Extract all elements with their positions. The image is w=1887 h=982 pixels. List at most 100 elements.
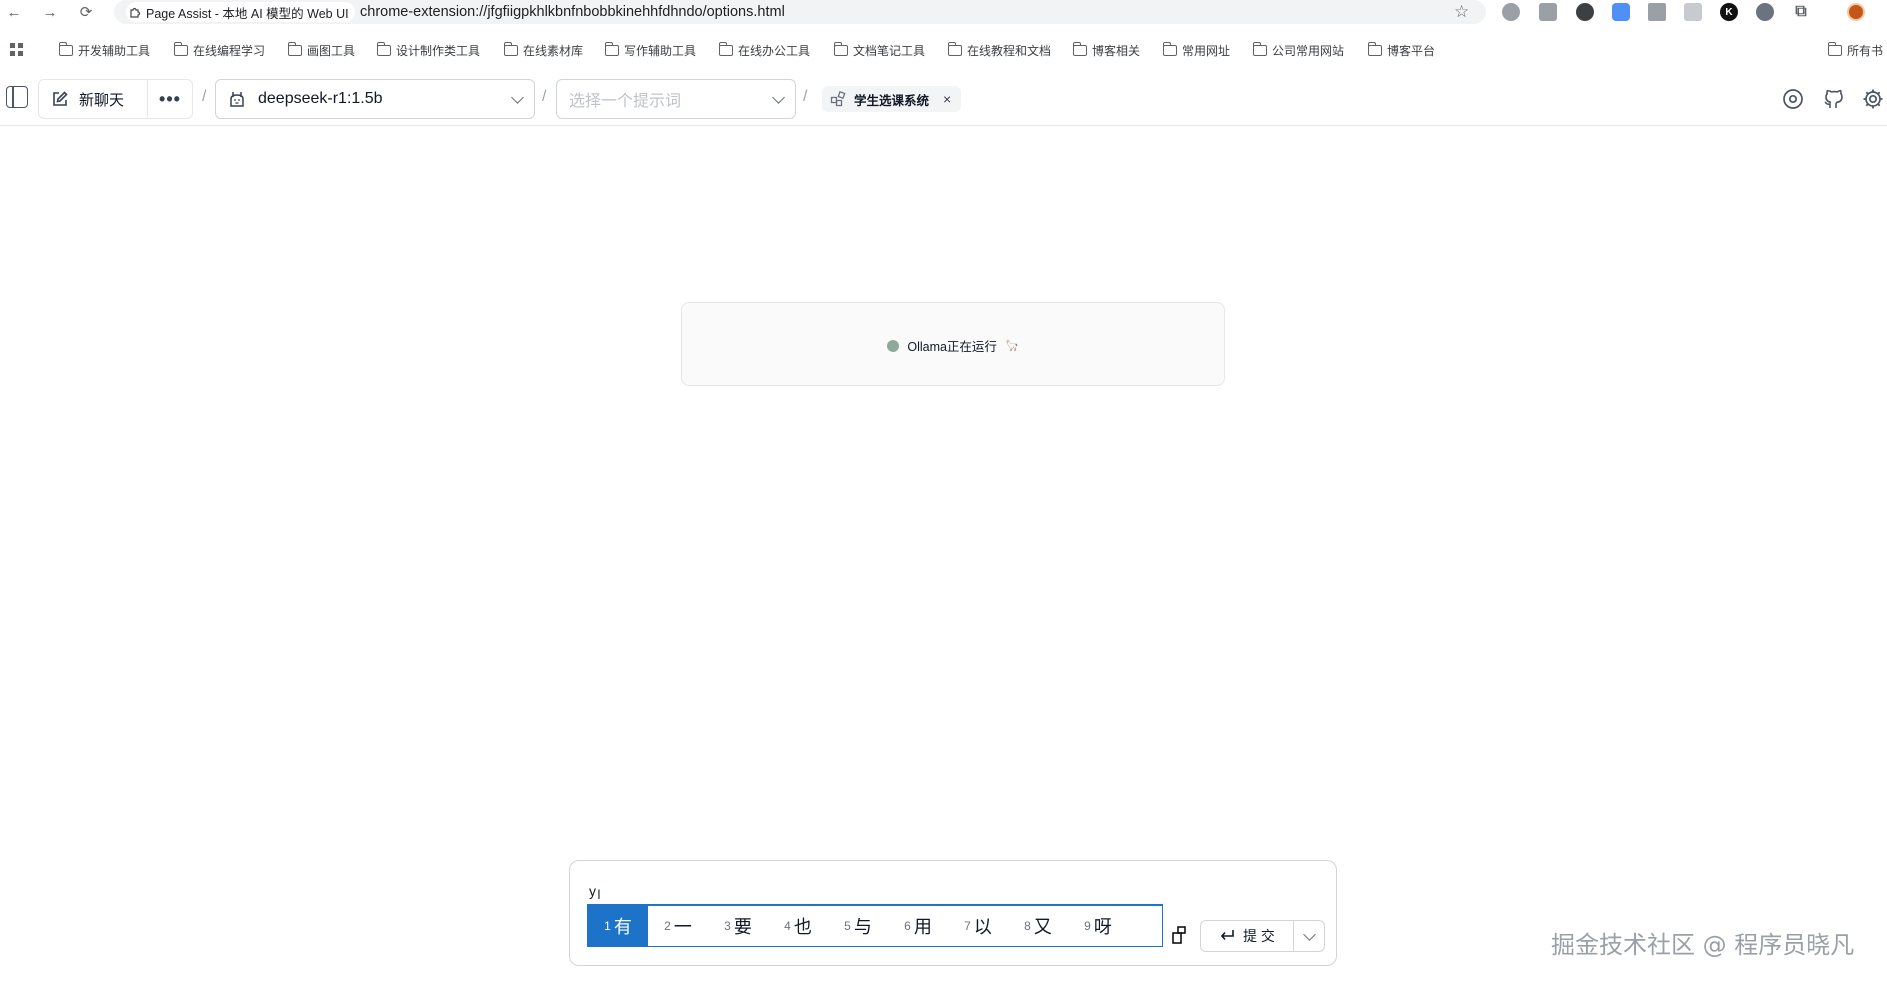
back-icon[interactable]: ← <box>4 2 24 22</box>
apps-grid-icon[interactable] <box>10 38 24 62</box>
ime-candidate[interactable]: 9呀 <box>1068 906 1128 946</box>
submit-label: 提 交 <box>1243 928 1275 944</box>
folder-icon <box>173 41 188 56</box>
bookmark-label: 在线素材库 <box>523 43 584 58</box>
bookmark-label: 博客相关 <box>1092 43 1141 58</box>
bookmark-label: 公司常用网站 <box>1272 43 1345 58</box>
ime-candidate[interactable]: 1有 <box>588 906 648 946</box>
prompt-select-placeholder: 选择一个提示词 <box>569 93 682 110</box>
ollama-status: Ollama正在运行 🦙 <box>682 336 1224 355</box>
submit-options-dropdown[interactable] <box>1293 920 1325 952</box>
extension-icon-5[interactable] <box>1648 3 1666 21</box>
bookmark-label: 开发辅助工具 <box>78 43 151 58</box>
extensions-puzzle-icon[interactable]: ⧉ <box>1792 3 1810 21</box>
model-select[interactable]: deepseek-r1:1.5b <box>215 79 535 119</box>
model-select-value: deepseek-r1:1.5b <box>258 90 383 107</box>
bookmark-folder[interactable]: 在线教程和文档 <box>947 38 1052 62</box>
ime-candidate[interactable]: 7以 <box>948 906 1008 946</box>
ime-candidate[interactable]: 6用 <box>888 906 948 946</box>
extension-page-icon <box>130 7 141 18</box>
extension-icon-1[interactable] <box>1502 3 1520 21</box>
ime-candidate[interactable]: 3要 <box>708 906 768 946</box>
folder-icon <box>376 41 391 56</box>
all-bookmarks-folder[interactable]: 所有书 <box>1827 38 1884 62</box>
page-tab-chip[interactable]: Page Assist - 本地 AI 模型的 Web UI <box>126 2 355 22</box>
folder-icon <box>1072 41 1087 56</box>
watermark: 掘金技术社区 @ 程序员晓凡 <box>1551 931 1855 959</box>
ollama-settings-icon[interactable] <box>1780 86 1806 112</box>
bookmark-star-icon[interactable]: ☆ <box>1454 2 1469 22</box>
more-options-button[interactable]: ••• <box>148 79 193 119</box>
extension-icon-2[interactable] <box>1539 3 1557 21</box>
forward-icon[interactable]: → <box>40 2 60 22</box>
bookmark-label: 常用网址 <box>1182 43 1231 58</box>
knowledge-base-tag[interactable]: 学生选课系统 × <box>822 86 962 112</box>
bookmark-folder[interactable]: 设计制作类工具 <box>376 38 481 62</box>
bookmark-label: 在线教程和文档 <box>967 43 1052 58</box>
bookmark-folder[interactable]: 写作辅助工具 <box>604 38 696 62</box>
enter-key-icon <box>1220 930 1234 941</box>
folder-icon <box>1827 41 1842 56</box>
github-icon[interactable] <box>1820 86 1846 112</box>
bookmark-label: 设计制作类工具 <box>396 43 481 58</box>
folder-icon <box>1162 41 1177 56</box>
separator: / <box>542 88 547 105</box>
prompt-select[interactable]: 选择一个提示词 <box>556 79 796 119</box>
separator: / <box>202 88 207 105</box>
folder-icon <box>287 41 302 56</box>
submit-button[interactable]: 提 交 <box>1200 920 1294 952</box>
folder-icon <box>718 41 733 56</box>
ime-candidate-bar: 1有 2一 3要 4也 5与 6用 7以 8又 9呀 <box>587 904 1163 947</box>
profile-avatar[interactable] <box>1847 3 1865 21</box>
settings-gear-icon[interactable] <box>1860 86 1886 112</box>
bookmark-folder[interactable]: 公司常用网站 <box>1252 38 1345 62</box>
new-chat-label: 新聊天 <box>79 91 125 109</box>
bookmark-folder[interactable]: 在线办公工具 <box>718 38 810 62</box>
bookmark-folder[interactable]: 开发辅助工具 <box>58 38 151 62</box>
bookmark-folder[interactable]: 画图工具 <box>287 38 356 62</box>
close-icon[interactable]: × <box>943 91 951 107</box>
extension-icon-3[interactable] <box>1576 3 1594 21</box>
bookmark-label: 所有书 <box>1847 43 1884 58</box>
folder-icon <box>58 41 73 56</box>
separator: / <box>803 88 808 105</box>
bookmark-label: 文档笔记工具 <box>853 43 926 58</box>
chevron-down-icon <box>772 91 785 104</box>
extension-icon-7[interactable]: K <box>1720 3 1738 21</box>
bookmark-folder[interactable]: 文档笔记工具 <box>833 38 926 62</box>
folder-icon <box>1252 41 1267 56</box>
knowledge-base-icon <box>830 91 846 107</box>
reload-icon[interactable]: ⟳ <box>76 2 96 22</box>
new-chat-button[interactable]: 新聊天 <box>38 79 148 119</box>
chevron-down-icon <box>1303 928 1316 941</box>
ime-candidate[interactable]: 4也 <box>768 906 828 946</box>
sidebar-toggle-icon[interactable] <box>6 86 28 108</box>
folder-icon <box>503 41 518 56</box>
ime-candidate[interactable]: 2一 <box>648 906 708 946</box>
extension-icon-4[interactable] <box>1612 3 1630 21</box>
extension-icon-8[interactable] <box>1756 3 1774 21</box>
status-text: Ollama正在运行 <box>907 340 997 354</box>
message-input-text[interactable]: y <box>589 883 596 899</box>
url-text[interactable]: chrome-extension://jfgfiigpkhlkbnfnbobbk… <box>360 4 785 20</box>
app-toolbar: 新聊天 ••• / deepseek-r1:1.5b / 选择一个提示词 / 学… <box>0 74 1887 126</box>
bookmark-label: 博客平台 <box>1387 43 1436 58</box>
folder-icon <box>604 41 619 56</box>
llama-emoji-icon: 🦙 <box>1004 340 1019 352</box>
status-dot <box>887 339 900 352</box>
bookmark-folder[interactable]: 博客相关 <box>1072 38 1141 62</box>
bookmark-folder[interactable]: 在线编程学习 <box>173 38 266 62</box>
bookmark-folder[interactable]: 在线素材库 <box>503 38 584 62</box>
browser-address-row: ← → ⟳ Page Assist - 本地 AI 模型的 Web UI chr… <box>0 0 1887 24</box>
ime-expand-icon[interactable] <box>1172 926 1186 944</box>
ime-candidate[interactable]: 8又 <box>1008 906 1068 946</box>
bookmark-folder[interactable]: 常用网址 <box>1162 38 1231 62</box>
ime-candidate[interactable]: 5与 <box>828 906 888 946</box>
bookmark-label: 在线编程学习 <box>193 43 266 58</box>
extension-icon-6[interactable] <box>1684 3 1702 21</box>
bookmark-label: 画图工具 <box>307 43 356 58</box>
bookmark-folder[interactable]: 博客平台 <box>1367 38 1436 62</box>
text-cursor-icon: I <box>597 886 601 902</box>
ollama-status-card: Ollama正在运行 🦙 <box>681 302 1225 386</box>
page-tab-title: Page Assist - 本地 AI 模型的 Web UI <box>146 6 349 21</box>
